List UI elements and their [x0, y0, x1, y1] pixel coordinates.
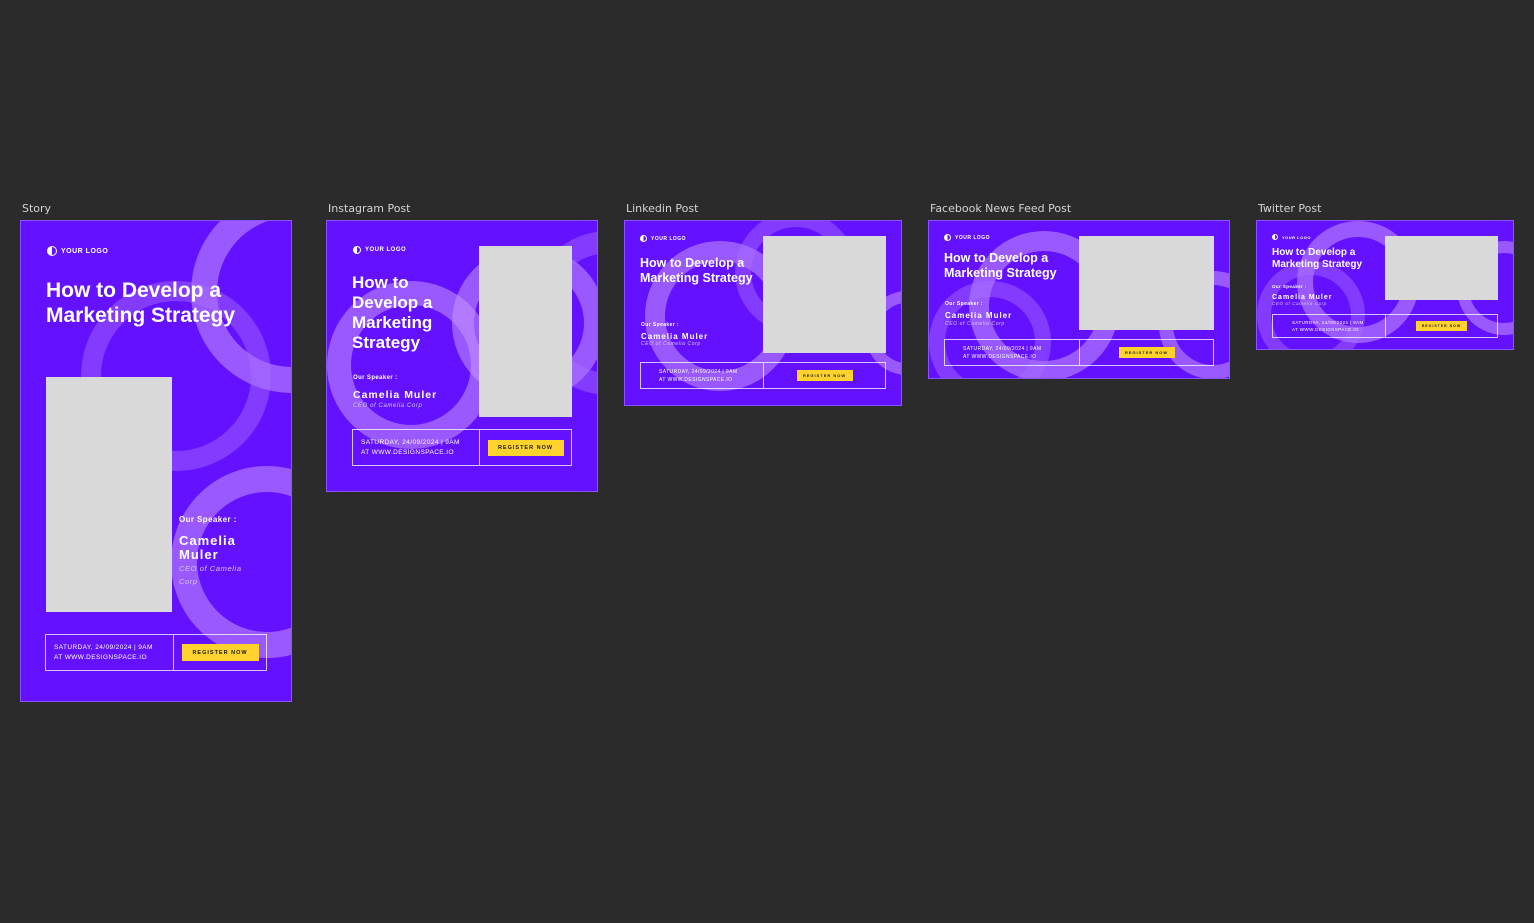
speaker-role: CEO of Camelia Corp — [1272, 301, 1327, 306]
event-date-block: SATURDAY, 24/09/2024 | 9AM AT WWW.DESIGN… — [46, 635, 174, 670]
frame-label-twitter[interactable]: Twitter Post — [1258, 202, 1321, 215]
speaker-role: CEO of Camelia Corp — [945, 321, 1005, 327]
event-website: AT WWW.DESIGNSPACE.IO — [659, 376, 733, 383]
event-website: AT WWW.DESIGNSPACE.IO — [963, 353, 1037, 360]
headline: How to Develop a Marketing Strategy — [1272, 247, 1363, 270]
cta-cell: REGISTER NOW — [764, 363, 885, 388]
logo: YOUR LOGO — [353, 246, 406, 254]
headline: How to Develop a Marketing Strategy — [640, 256, 753, 285]
story-artboard[interactable]: YOUR LOGO How to Develop a Marketing Str… — [21, 221, 291, 701]
event-date: SATURDAY, 24/09/2024 | 9AM — [361, 439, 460, 446]
speaker-photo-placeholder — [763, 236, 886, 353]
speaker-photo-placeholder — [1385, 236, 1498, 300]
event-date: SATURDAY, 24/09/2024 | 9AM — [659, 368, 738, 375]
logo-text: YOUR LOGO — [365, 247, 407, 253]
event-website: AT WWW.DESIGNSPACE.IO — [361, 449, 454, 456]
register-now-button[interactable]: REGISTER NOW — [1118, 347, 1175, 358]
logo: YOUR LOGO — [640, 235, 686, 242]
speaker-label: Our Speaker : — [1272, 284, 1307, 289]
logo-icon — [47, 246, 57, 256]
register-now-button[interactable]: REGISTER NOW — [487, 439, 564, 456]
event-date: SATURDAY, 24/09/2024 | 9AM — [1292, 320, 1364, 325]
logo-icon — [1272, 234, 1278, 240]
cta-cell: REGISTER NOW — [1386, 315, 1497, 337]
decorative-arc — [171, 466, 291, 658]
instagram-artboard[interactable]: YOUR LOGO How to Develop a Marketing Str… — [327, 221, 597, 491]
event-website: AT WWW.DESIGNSPACE.IO — [1292, 327, 1359, 332]
facebook-artboard[interactable]: YOUR LOGO How to Develop a Marketing Str… — [929, 221, 1229, 378]
speaker-label: Our Speaker : — [945, 301, 983, 307]
register-now-button[interactable]: REGISTER NOW — [181, 644, 259, 661]
headline: How to Develop a Marketing Strategy — [46, 279, 236, 327]
linkedin-artboard[interactable]: YOUR LOGO How to Develop a Marketing Str… — [625, 221, 901, 405]
register-now-button[interactable]: REGISTER NOW — [796, 370, 853, 381]
speaker-label: Our Speaker : — [179, 515, 237, 524]
event-info-box: SATURDAY, 24/09/2024 | 9AM AT WWW.DESIGN… — [640, 362, 886, 389]
logo-text: YOUR LOGO — [1282, 234, 1311, 240]
speaker-label: Our Speaker : — [641, 322, 679, 328]
cta-cell: REGISTER NOW — [480, 430, 571, 465]
speaker-name: Camelia Muler — [353, 389, 438, 401]
event-date-block: SATURDAY, 24/09/2024 | 9AM AT WWW.DESIGN… — [945, 340, 1080, 365]
logo-icon — [944, 234, 951, 241]
logo-text: YOUR LOGO — [955, 234, 991, 241]
frame-label-facebook[interactable]: Facebook News Feed Post — [930, 202, 1071, 215]
logo-text: YOUR LOGO — [651, 235, 687, 242]
cta-cell: REGISTER NOW — [1080, 340, 1213, 365]
event-info-box: SATURDAY, 24/09/2024 | 9AM AT WWW.DESIGN… — [45, 634, 267, 671]
headline: How to Develop a Marketing Strategy — [352, 273, 433, 353]
twitter-artboard[interactable]: YOUR LOGO How to Develop a Marketing Str… — [1257, 221, 1513, 349]
event-info-box: SATURDAY, 24/09/2024 | 9AM AT WWW.DESIGN… — [1272, 314, 1498, 338]
headline: How to Develop a Marketing Strategy — [944, 251, 1057, 280]
logo: YOUR LOGO — [944, 234, 990, 241]
logo-text: YOUR LOGO — [61, 247, 109, 255]
event-date-block: SATURDAY, 24/09/2024 | 9AM AT WWW.DESIGN… — [641, 363, 764, 388]
event-date: SATURDAY, 24/09/2024 | 9AM — [963, 345, 1042, 352]
speaker-photo-placeholder — [479, 246, 572, 417]
event-date-block: SATURDAY, 24/09/2024 | 9AM AT WWW.DESIGN… — [353, 430, 480, 465]
logo: YOUR LOGO — [47, 246, 108, 256]
event-info-box: SATURDAY, 24/09/2024 | 9AM AT WWW.DESIGN… — [352, 429, 572, 466]
speaker-photo-placeholder — [1079, 236, 1214, 330]
speaker-role: CEO of Camelia Corp — [641, 341, 701, 347]
logo: YOUR LOGO — [1272, 234, 1311, 240]
speaker-role: CEO of Camelia Corp — [179, 564, 242, 586]
speaker-label: Our Speaker : — [353, 375, 398, 381]
logo-icon — [640, 235, 647, 242]
event-website: AT WWW.DESIGNSPACE.IO — [54, 654, 147, 661]
speaker-photo-placeholder — [46, 377, 172, 612]
logo-icon — [353, 246, 361, 254]
register-now-button[interactable]: REGISTER NOW — [1416, 321, 1467, 331]
speaker-name: Camelia Muler — [179, 533, 236, 562]
event-info-box: SATURDAY, 24/09/2024 | 9AM AT WWW.DESIGN… — [944, 339, 1214, 366]
event-date: SATURDAY, 24/09/2024 | 9AM — [54, 644, 153, 651]
speaker-role: CEO of Camelia Corp — [353, 403, 423, 409]
frame-label-instagram[interactable]: Instagram Post — [328, 202, 410, 215]
cta-cell: REGISTER NOW — [174, 635, 266, 670]
frame-label-story[interactable]: Story — [22, 202, 51, 215]
event-date-block: SATURDAY, 24/09/2024 | 9AM AT WWW.DESIGN… — [1273, 315, 1386, 337]
frame-label-linkedin[interactable]: Linkedin Post — [626, 202, 698, 215]
